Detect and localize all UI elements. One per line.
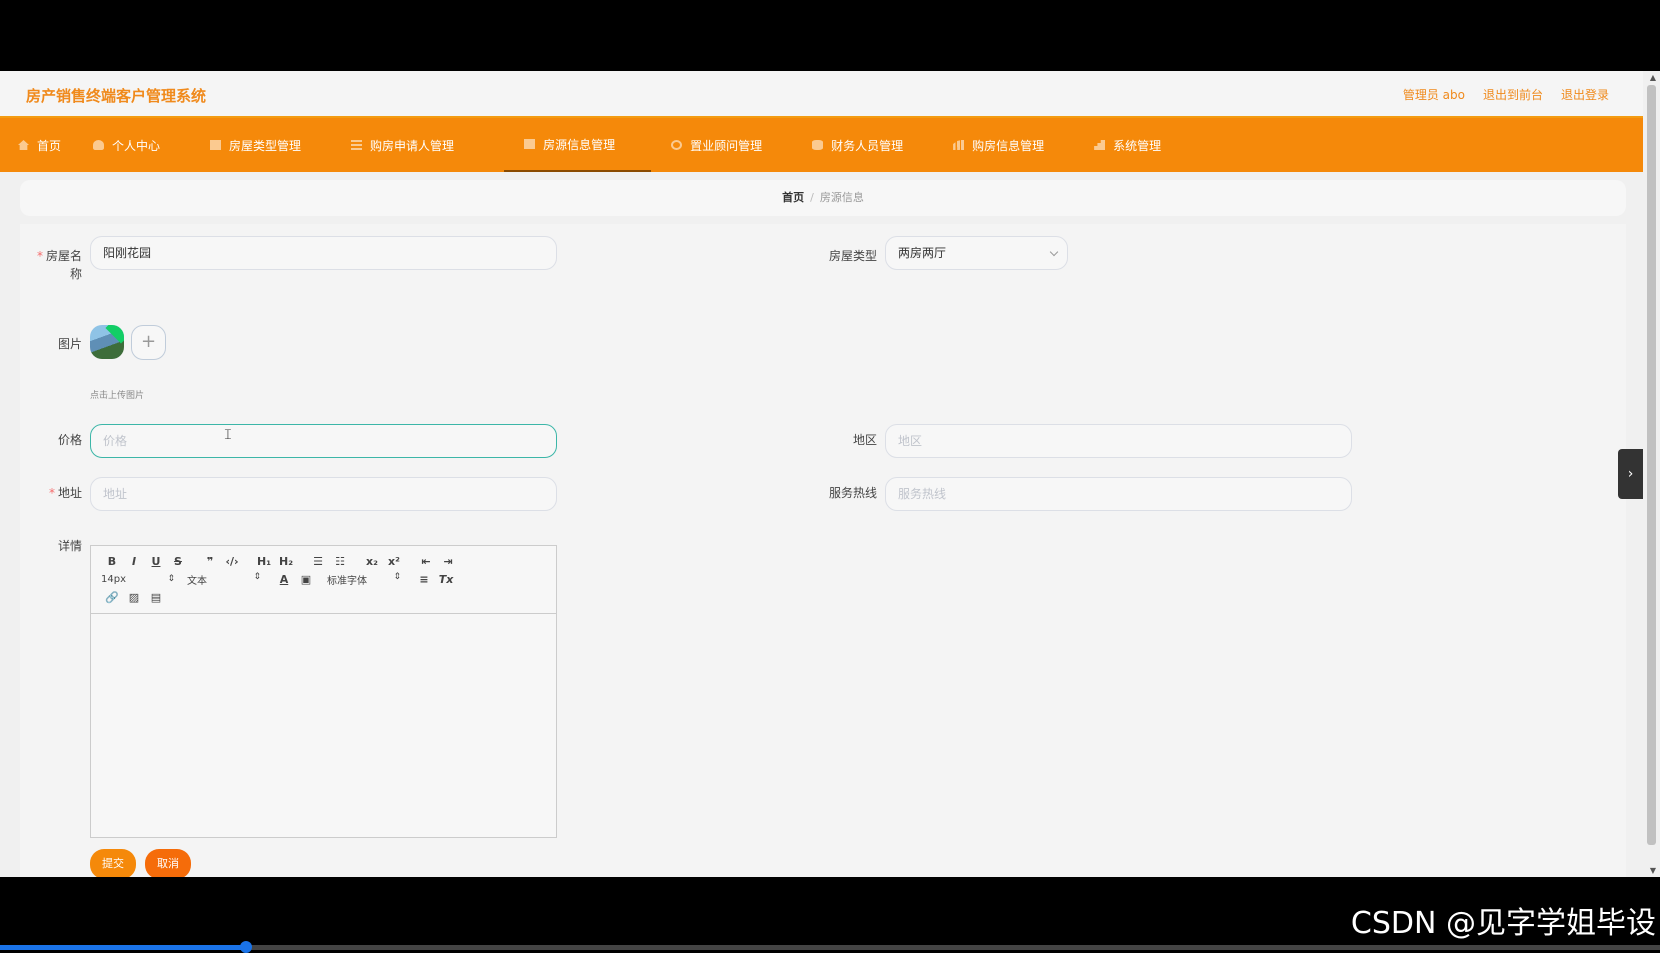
box-icon xyxy=(524,139,536,149)
font-size-select[interactable]: 14px xyxy=(101,574,187,585)
app-title: 房产销售终端客户管理系统 xyxy=(26,87,207,105)
hotline-label: 服务热线 xyxy=(828,486,877,500)
side-panel-toggle[interactable]: › xyxy=(1618,449,1643,499)
heading-1-icon[interactable]: H₁ xyxy=(253,555,275,568)
strikethrough-icon[interactable]: S xyxy=(167,555,189,568)
scroll-down-icon[interactable]: ▼ xyxy=(1650,866,1656,875)
text-style-select[interactable]: 文本 xyxy=(187,572,273,587)
home-icon xyxy=(18,140,29,150)
house-type-select[interactable]: 两房两厅 xyxy=(885,236,1068,270)
bold-icon[interactable]: B xyxy=(101,555,123,568)
italic-icon[interactable]: I xyxy=(123,555,145,568)
box-icon xyxy=(210,140,222,150)
address-input[interactable]: 地址 xyxy=(90,477,557,511)
breadcrumb-separator: / xyxy=(810,191,814,204)
breadcrumb-current: 房源信息 xyxy=(819,191,864,204)
background-color-icon[interactable]: ▣ xyxy=(295,573,317,586)
video-icon[interactable]: ▤ xyxy=(145,591,167,604)
cancel-button[interactable]: 取消 xyxy=(145,849,191,877)
main-nav: 首页 个人中心 房屋类型管理 购房申请人管理 房源信息管理 置业顾问管理 财务人… xyxy=(0,118,1643,172)
bullet-list-icon[interactable]: ☷ xyxy=(329,555,351,568)
clear-format-icon[interactable]: Tx xyxy=(435,573,457,586)
image-icon[interactable]: ▨ xyxy=(123,591,145,604)
video-progress-bar[interactable] xyxy=(0,941,1660,953)
vertical-scrollbar[interactable]: ▲ ▼ xyxy=(1643,71,1660,877)
upload-image-button[interactable]: + xyxy=(131,325,166,360)
detail-label: 详情 xyxy=(57,539,82,553)
underline-icon[interactable]: U xyxy=(145,555,167,568)
admin-user-link[interactable]: 管理员 abo xyxy=(1403,86,1465,103)
address-label: * 地址 xyxy=(48,486,82,500)
house-type-label: 房屋类型 xyxy=(828,249,877,263)
blockquote-icon[interactable]: ❞ xyxy=(199,555,221,568)
breadcrumb-home[interactable]: 首页 xyxy=(782,191,804,204)
chart-icon xyxy=(1094,140,1106,150)
outdent-icon[interactable]: ⇤ xyxy=(415,555,437,568)
region-label: 地区 xyxy=(852,433,877,447)
editor-content-area[interactable] xyxy=(91,614,556,838)
database-icon xyxy=(812,140,824,150)
image-label: 图片 xyxy=(57,337,82,351)
nav-item-listing[interactable]: 房源信息管理 xyxy=(504,118,652,172)
price-input[interactable]: 价格 xyxy=(90,424,557,458)
code-block-icon[interactable]: ‹/› xyxy=(221,555,243,568)
superscript-icon[interactable]: x² xyxy=(383,555,405,568)
uploaded-image-thumbnail[interactable] xyxy=(90,325,124,359)
nav-item-applicant[interactable]: 购房申请人管理 xyxy=(351,118,504,172)
rich-text-editor: B I U S ❞ ‹/› H₁ H₂ ☰ ☷ x₂ x² ⇤ ⇥ 14px ⇕… xyxy=(90,545,557,838)
text-cursor-icon: 𝙸 xyxy=(223,427,233,443)
nav-item-home[interactable]: 首页 xyxy=(18,118,93,172)
header-links: 管理员 abo 退出到前台 退出登录 xyxy=(1403,86,1609,103)
video-progress-handle[interactable] xyxy=(239,941,252,953)
browser-page: 房产销售终端客户管理系统 管理员 abo 退出到前台 退出登录 首页 个人中心 … xyxy=(0,71,1660,877)
watermark: CSDN @见字学姐毕设 xyxy=(1350,906,1656,941)
bar-chart-icon xyxy=(953,140,965,150)
scroll-thumb[interactable] xyxy=(1647,85,1656,845)
user-icon xyxy=(93,140,105,150)
logout-link[interactable]: 退出登录 xyxy=(1561,86,1609,103)
price-label: 价格 xyxy=(57,433,82,447)
region-input[interactable]: 地区 xyxy=(885,424,1352,458)
indent-icon[interactable]: ⇥ xyxy=(437,555,459,568)
video-progress-fill xyxy=(0,945,246,950)
nav-item-purchase[interactable]: 购房信息管理 xyxy=(953,118,1094,172)
top-header: 房产销售终端客户管理系统 管理员 abo 退出到前台 退出登录 xyxy=(0,71,1643,118)
nav-item-house-type[interactable]: 房屋类型管理 xyxy=(210,118,351,172)
link-icon[interactable]: 🔗 xyxy=(101,591,123,604)
upload-hint: 点击上传图片 xyxy=(90,391,145,401)
check-icon xyxy=(105,325,124,344)
editor-toolbar: B I U S ❞ ‹/› H₁ H₂ ☰ ☷ x₂ x² ⇤ ⇥ 14px ⇕… xyxy=(91,546,556,614)
nav-item-profile[interactable]: 个人中心 xyxy=(93,118,210,172)
submit-button[interactable]: 提交 xyxy=(90,849,136,877)
house-name-input[interactable]: 阳刚花园 xyxy=(90,236,557,270)
back-to-front-link[interactable]: 退出到前台 xyxy=(1483,86,1543,103)
nav-item-system[interactable]: 系统管理 xyxy=(1094,118,1183,172)
align-icon[interactable]: ≡ xyxy=(413,573,435,586)
scroll-up-icon[interactable]: ▲ xyxy=(1650,73,1656,82)
font-family-select[interactable]: 标准字体 xyxy=(327,572,413,587)
list-icon xyxy=(351,140,363,150)
heading-2-icon[interactable]: H₂ xyxy=(275,555,297,568)
hotline-input[interactable]: 服务热线 xyxy=(885,477,1352,511)
chevron-down-icon xyxy=(1049,247,1059,257)
breadcrumb: 首页 / 房源信息 xyxy=(20,180,1626,216)
subscript-icon[interactable]: x₂ xyxy=(361,555,383,568)
ordered-list-icon[interactable]: ☰ xyxy=(307,555,329,568)
ring-icon xyxy=(671,140,683,150)
house-name-label: * 房屋名称 xyxy=(36,249,82,281)
nav-item-finance[interactable]: 财务人员管理 xyxy=(812,118,953,172)
nav-item-consultant[interactable]: 置业顾问管理 xyxy=(651,118,812,172)
font-color-icon[interactable]: A xyxy=(273,573,295,586)
